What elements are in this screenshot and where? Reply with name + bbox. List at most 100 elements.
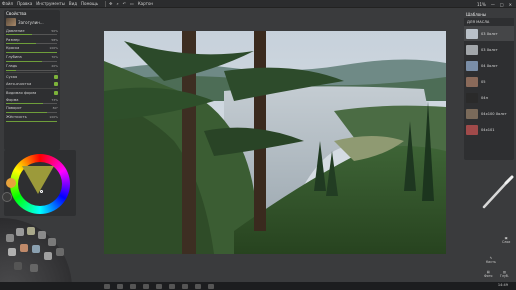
template-item[interactable]: 04x100 Холст — [464, 106, 514, 121]
tool-pencil-icon[interactable] — [6, 234, 14, 242]
tool-selector[interactable]: Загогулин... — [6, 18, 58, 26]
property-slider[interactable] — [6, 51, 57, 53]
property-row[interactable]: Сухая — [6, 75, 58, 81]
property-label: Размер — [6, 37, 20, 42]
property-slider[interactable] — [6, 112, 57, 114]
canvas-icon[interactable]: ▭ — [130, 1, 134, 6]
menu-file[interactable]: Файл — [2, 1, 13, 6]
property-slider-fill — [6, 60, 42, 62]
explorer-icon[interactable] — [117, 283, 123, 289]
color-triangle[interactable] — [22, 166, 54, 194]
property-slider[interactable] — [6, 34, 57, 36]
menu-help[interactable]: Помощь — [81, 1, 98, 6]
photo-button[interactable]: ▤ Фото — [484, 270, 493, 278]
property-row[interactable]: Авто-очистка — [6, 81, 58, 87]
painting-image — [104, 31, 446, 254]
menu-edit[interactable]: Правка — [17, 1, 32, 6]
property-slider[interactable] — [6, 69, 57, 71]
template-item[interactable]: 03 Холст — [464, 42, 514, 57]
tool-smudge-icon[interactable] — [30, 264, 38, 272]
template-thumbnail — [466, 124, 478, 135]
depth-button[interactable]: ▥ Глуб. — [500, 270, 509, 278]
templates-category[interactable]: ДЛЯ МАСЛА — [464, 18, 514, 26]
property-label: Поворот — [6, 106, 22, 111]
property-row[interactable]: Глубина 70% — [6, 54, 58, 60]
zoom-level[interactable]: 11% — [477, 2, 486, 7]
menu-view[interactable]: Вид — [69, 1, 77, 6]
property-rows: Давление 50% Размер 58% Краска 100% Глубина 70%… — [6, 28, 58, 122]
property-row[interactable]: Размер 58% — [6, 37, 58, 43]
property-checkbox[interactable] — [54, 75, 58, 80]
color-wheel[interactable] — [10, 154, 70, 214]
tool-fill-icon[interactable] — [14, 262, 22, 270]
property-slider[interactable] — [6, 60, 57, 62]
template-label: 04x101 — [481, 127, 495, 132]
property-value: 100% — [49, 46, 58, 51]
color-cursor[interactable] — [40, 190, 43, 193]
tool-knife-icon[interactable] — [38, 231, 46, 239]
maximize-icon[interactable]: □ — [500, 2, 504, 7]
property-row[interactable]: Поворот 80° — [6, 106, 58, 112]
undo-icon[interactable]: ↶ — [123, 1, 126, 6]
photo-label: Фото — [484, 274, 493, 278]
minimize-icon[interactable]: — — [491, 2, 495, 7]
template-item[interactable]: 04н — [464, 90, 514, 105]
start-icon[interactable] — [104, 283, 110, 289]
template-item[interactable]: 04 Холст — [464, 58, 514, 73]
template-item[interactable]: 03 Холст — [464, 26, 514, 41]
layers-button[interactable]: ▣ Слои — [502, 236, 510, 244]
brush-button[interactable]: ✎ Кисть — [486, 256, 496, 264]
zoom-icon[interactable]: ⌕ — [116, 1, 118, 6]
property-checkbox[interactable] — [54, 91, 58, 96]
painting-canvas[interactable] — [104, 31, 446, 254]
property-value: 20% — [51, 63, 58, 68]
tool-airbrush-icon[interactable] — [8, 248, 16, 256]
tool-gloop-icon[interactable] — [44, 252, 52, 260]
tool-tube-icon[interactable] — [48, 238, 56, 246]
property-row[interactable]: Краска 100% — [6, 46, 58, 52]
tool-crayon-icon[interactable] — [20, 244, 28, 252]
menu-tools[interactable]: Инструменты — [36, 1, 65, 6]
browser-icon[interactable] — [130, 283, 136, 289]
close-icon[interactable]: ✕ — [509, 2, 512, 7]
property-slider[interactable] — [6, 120, 57, 122]
templates-title: Шаблоны — [464, 10, 514, 18]
property-row[interactable]: Жёсткость 100% — [6, 114, 58, 120]
property-label: Краска — [6, 46, 20, 51]
property-label: Давление — [6, 28, 25, 33]
app3-icon[interactable] — [169, 283, 175, 289]
move-icon[interactable]: ✥ — [109, 1, 112, 6]
swatch-orange[interactable] — [6, 178, 16, 188]
property-slider-fill — [6, 103, 44, 105]
property-label: Жёсткость — [6, 115, 27, 120]
property-label: Глубина — [6, 55, 22, 60]
app-icon[interactable] — [143, 283, 149, 289]
template-item[interactable]: 05 — [464, 74, 514, 89]
property-checkbox[interactable] — [54, 81, 58, 86]
brush-preview-icon[interactable] — [480, 175, 516, 211]
property-row[interactable]: Гладь 20% — [6, 63, 58, 69]
layer-label[interactable]: Картон — [138, 1, 153, 6]
template-thumbnail — [466, 108, 478, 119]
property-row[interactable]: Форма 73% — [6, 97, 58, 103]
app5-icon[interactable] — [195, 283, 201, 289]
property-row[interactable]: Видимая форма — [6, 91, 58, 97]
property-divider — [6, 72, 58, 74]
app4-icon[interactable] — [182, 283, 188, 289]
property-row[interactable]: Давление 50% — [6, 28, 58, 34]
property-label: Сухая — [6, 75, 18, 80]
property-slider[interactable] — [6, 103, 57, 105]
property-slider[interactable] — [6, 43, 57, 45]
template-thumbnail — [466, 92, 478, 103]
menu-bar: Файл Правка Инструменты Вид Помощь ✥ ⌕ ↶… — [0, 0, 516, 8]
template-item[interactable]: 04x101 — [464, 122, 514, 137]
app6-icon[interactable] — [208, 283, 214, 289]
property-value: 73% — [51, 97, 58, 102]
depth-label: Глуб. — [500, 274, 509, 278]
tool-brush-icon[interactable] — [16, 228, 24, 236]
app2-icon[interactable] — [156, 283, 162, 289]
swatch-dark[interactable] — [2, 192, 12, 202]
tool-roller-icon[interactable] — [27, 227, 35, 235]
tool-eraser-icon[interactable] — [56, 248, 64, 256]
tool-ink-icon[interactable] — [32, 245, 40, 253]
